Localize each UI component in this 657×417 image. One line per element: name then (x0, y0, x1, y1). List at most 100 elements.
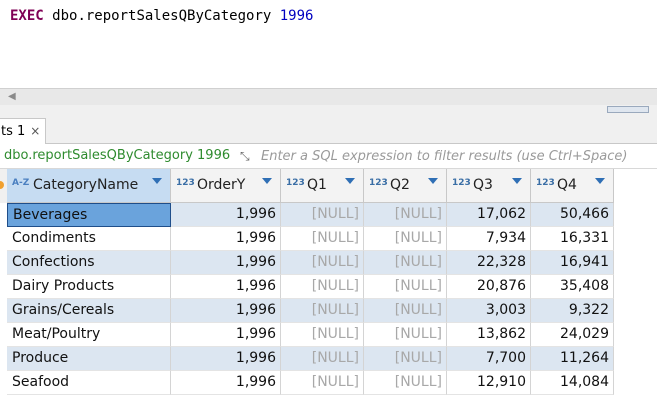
column-header-q1[interactable]: 123 Q1 (281, 169, 364, 203)
sql-argument: 1996 (279, 8, 314, 24)
results-tab-bar: ts 1 × (0, 115, 657, 144)
cell-categoryname[interactable]: Grains/Cereals (7, 299, 171, 323)
table-row[interactable]: Produce 1,996 [NULL] [NULL] 7,700 11,264 (7, 347, 614, 371)
cell-q1[interactable]: [NULL] (281, 251, 364, 275)
grid-header: A-Z CategoryName 123 OrderY 123 Q1 123 Q… (7, 169, 614, 203)
text-type-icon: A-Z (12, 178, 30, 188)
number-type-icon: 123 (536, 178, 555, 188)
cell-q3[interactable]: 20,876 (447, 275, 531, 299)
cell-categoryname[interactable]: Meat/Poultry (7, 323, 171, 347)
sql-editor[interactable]: EXEC dbo.reportSalesQByCategory 1996 (0, 0, 657, 88)
scroll-left-icon[interactable]: ◀ (8, 91, 16, 102)
cell-ordery[interactable]: 1,996 (171, 299, 281, 323)
number-type-icon: 123 (369, 178, 388, 188)
row-header-strip (0, 169, 7, 203)
cell-q3[interactable]: 22,328 (447, 251, 531, 275)
cell-q3[interactable]: 3,003 (447, 299, 531, 323)
cell-ordery[interactable]: 1,996 (171, 371, 281, 395)
cell-q4[interactable]: 16,941 (531, 251, 614, 275)
cell-q1[interactable]: [NULL] (281, 203, 364, 227)
cell-q3[interactable]: 13,862 (447, 323, 531, 347)
sort-arrow-icon[interactable] (345, 178, 355, 184)
filter-input[interactable] (261, 147, 653, 166)
cell-categoryname[interactable]: Beverages (7, 203, 171, 227)
column-label: Q2 (390, 177, 410, 193)
cell-q2[interactable]: [NULL] (364, 299, 447, 323)
filter-bar: dbo.reportSalesQByCategory 1996 ⤡ (0, 144, 657, 169)
table-row[interactable]: Dairy Products 1,996 [NULL] [NULL] 20,87… (7, 275, 614, 299)
cell-q1[interactable]: [NULL] (281, 347, 364, 371)
cell-ordery[interactable]: 1,996 (171, 347, 281, 371)
sort-arrow-icon[interactable] (262, 178, 272, 184)
cell-categoryname[interactable]: Confections (7, 251, 171, 275)
column-header-q4[interactable]: 123 Q4 (531, 169, 614, 203)
cell-ordery[interactable]: 1,996 (171, 203, 281, 227)
cell-q2[interactable]: [NULL] (364, 371, 447, 395)
table-row[interactable]: Confections 1,996 [NULL] [NULL] 22,328 1… (7, 251, 614, 275)
cell-q2[interactable]: [NULL] (364, 275, 447, 299)
results-grid: A-Z CategoryName 123 OrderY 123 Q1 123 Q… (0, 169, 657, 417)
sort-arrow-icon[interactable] (595, 178, 605, 184)
cell-q1[interactable]: [NULL] (281, 227, 364, 251)
table-row[interactable]: Grains/Cereals 1,996 [NULL] [NULL] 3,003… (7, 299, 614, 323)
column-label: Q1 (307, 177, 327, 193)
cell-q4[interactable]: 14,084 (531, 371, 614, 395)
cell-q1[interactable]: [NULL] (281, 299, 364, 323)
cell-q1[interactable]: [NULL] (281, 323, 364, 347)
panel-divider (0, 105, 657, 115)
cell-q2[interactable]: [NULL] (364, 323, 447, 347)
column-label: Q4 (557, 177, 577, 193)
cell-q2[interactable]: [NULL] (364, 203, 447, 227)
cell-ordery[interactable]: 1,996 (171, 227, 281, 251)
sql-statement[interactable]: EXEC dbo.reportSalesQByCategory 1996 (10, 6, 313, 26)
table-row[interactable]: Meat/Poultry 1,996 [NULL] [NULL] 13,862 … (7, 323, 614, 347)
cell-q4[interactable]: 24,029 (531, 323, 614, 347)
cell-q1[interactable]: [NULL] (281, 275, 364, 299)
cell-ordery[interactable]: 1,996 (171, 323, 281, 347)
column-header-q3[interactable]: 123 Q3 (447, 169, 531, 203)
cell-categoryname[interactable]: Produce (7, 347, 171, 371)
number-type-icon: 123 (286, 178, 305, 188)
cell-q4[interactable]: 50,466 (531, 203, 614, 227)
row-marker-icon (0, 181, 4, 189)
column-label: CategoryName (33, 177, 139, 193)
cell-categoryname[interactable]: Condiments (7, 227, 171, 251)
cell-ordery[interactable]: 1,996 (171, 275, 281, 299)
grid-body: Beverages 1,996 [NULL] [NULL] 17,062 50,… (7, 203, 614, 395)
query-name-label: dbo.reportSalesQByCategory 1996 (4, 148, 231, 163)
cell-categoryname[interactable]: Seafood (7, 371, 171, 395)
table-row[interactable]: Beverages 1,996 [NULL] [NULL] 17,062 50,… (7, 203, 614, 227)
tab-results-label: ts 1 (1, 124, 26, 139)
column-header-q2[interactable]: 123 Q2 (364, 169, 447, 203)
cell-ordery[interactable]: 1,996 (171, 251, 281, 275)
cell-q3[interactable]: 7,934 (447, 227, 531, 251)
tab-results[interactable]: ts 1 × (0, 118, 46, 144)
sort-arrow-icon[interactable] (428, 178, 438, 184)
table-row[interactable]: Condiments 1,996 [NULL] [NULL] 7,934 16,… (7, 227, 614, 251)
sort-arrow-icon[interactable] (152, 178, 162, 184)
close-icon[interactable]: × (30, 124, 40, 138)
number-type-icon: 123 (452, 178, 471, 188)
column-label: Q3 (473, 177, 493, 193)
cell-q4[interactable]: 16,331 (531, 227, 614, 251)
cell-q3[interactable]: 7,700 (447, 347, 531, 371)
cell-q4[interactable]: 11,264 (531, 347, 614, 371)
column-header-categoryname[interactable]: A-Z CategoryName (7, 169, 171, 203)
cell-q4[interactable]: 9,322 (531, 299, 614, 323)
cell-q1[interactable]: [NULL] (281, 371, 364, 395)
sql-keyword: EXEC (10, 8, 44, 24)
cell-q3[interactable]: 12,910 (447, 371, 531, 395)
number-type-icon: 123 (176, 178, 195, 188)
cell-q3[interactable]: 17,062 (447, 203, 531, 227)
cell-q2[interactable]: [NULL] (364, 347, 447, 371)
table-row[interactable]: Seafood 1,996 [NULL] [NULL] 12,910 14,08… (7, 371, 614, 395)
editor-horizontal-scrollbar[interactable]: ◀ (0, 88, 657, 105)
cell-q2[interactable]: [NULL] (364, 227, 447, 251)
cell-categoryname[interactable]: Dairy Products (7, 275, 171, 299)
column-header-ordery[interactable]: 123 OrderY (171, 169, 281, 203)
cell-q4[interactable]: 35,408 (531, 275, 614, 299)
expand-filter-icon[interactable]: ⤡ (240, 148, 256, 164)
cell-q2[interactable]: [NULL] (364, 251, 447, 275)
sash-handle[interactable] (607, 106, 649, 113)
sort-arrow-icon[interactable] (512, 178, 522, 184)
